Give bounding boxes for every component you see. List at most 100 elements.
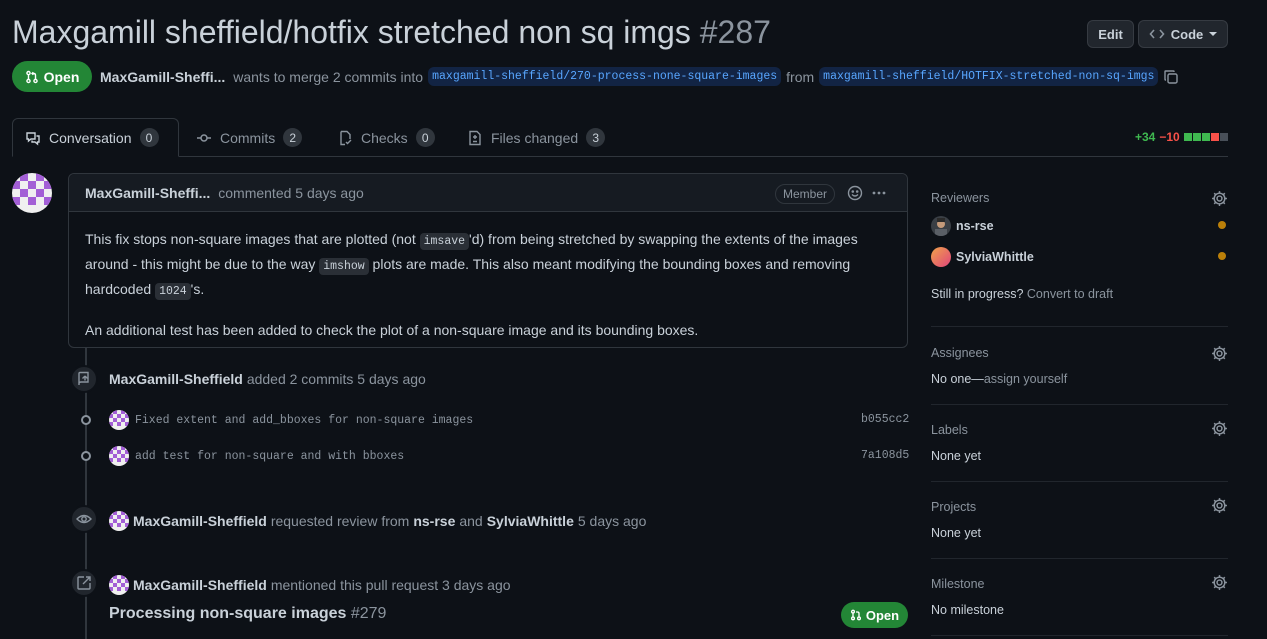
tab-commits[interactable]: Commits 2 [184,118,314,157]
commit-sha-link[interactable]: 7a108d5 [861,449,909,462]
comment-paragraph-2: An additional test has been added to che… [85,322,699,338]
pr-description-comment: MaxGamill-Sheffi... commented 5 days ago… [68,173,908,348]
reviewer-name[interactable]: ns-rse [956,219,994,233]
pr-author-link[interactable]: MaxGamill-Sheffi... [100,69,225,85]
repo-push-icon [78,371,89,385]
merge-text: wants to merge 2 commits into [233,68,424,85]
tab-conversation-count: 0 [139,128,159,147]
diffstat-additions: +34 [1135,130,1156,144]
referenced-pr-title-link[interactable]: Processing non-square images [109,605,346,622]
pr-meta-line: MaxGamill-Sheffi... wants to merge 2 com… [100,67,1179,86]
code-icon [1149,29,1165,39]
sidebar-divider [931,481,1228,482]
commit-row: Fixed extent and add_bboxes for non-squa… [109,410,473,430]
base-branch[interactable]: maxgamill-sheffield/270-process-none-squ… [428,67,782,86]
commit-row: add test for non-square and with bboxes [109,446,404,466]
cross-reference-icon [77,576,91,590]
event-text: added 2 commits 5 days ago [246,371,426,387]
assignees-gear-icon[interactable] [1211,345,1228,362]
projects-value: None yet [931,526,982,540]
avatar[interactable] [109,410,129,430]
tab-conversation-label: Conversation [49,129,132,146]
inline-code: imshow [319,258,369,275]
event-text: and [459,513,483,529]
edit-button[interactable]: Edit [1087,20,1134,48]
diffstat: +34 −10 [1135,130,1228,144]
tab-checks-label: Checks [361,129,408,146]
assign-yourself-link[interactable]: assign yourself [984,372,1067,386]
reviewers-gear-icon[interactable] [1211,190,1228,207]
tab-files-changed[interactable]: Files changed 3 [455,118,617,157]
review-request-badge [70,505,98,533]
commit-message-link[interactable]: add test for non-square and with bboxes [135,450,404,463]
repo-push-badge [70,365,98,393]
tab-commits-label: Commits [220,129,276,146]
diffstat-blocks [1183,133,1228,141]
reviewer-item[interactable]: ns-rse [931,216,994,236]
tab-files-changed-label: Files changed [491,129,579,146]
convert-to-draft-link[interactable]: Convert to draft [1027,287,1113,301]
event-user-link[interactable]: MaxGamill-Sheffield [109,371,243,387]
pull-request-icon [25,70,38,83]
tab-checks[interactable]: Checks 0 [325,118,447,157]
reviewer-link[interactable]: SylviaWhittle [487,513,574,529]
avatar [931,216,951,236]
pending-review-dot [1218,221,1226,229]
pr-title: Maxgamill sheffield/hotfix stretched non… [12,14,771,51]
event-user-link[interactable]: MaxGamill-Sheffield [133,577,267,593]
code-button[interactable]: Code [1138,20,1228,48]
commit-message-link[interactable]: Fixed extent and add_bboxes for non-squa… [135,414,473,427]
copy-icon[interactable] [1163,69,1179,85]
commit-dot [81,415,91,425]
reviewer-name[interactable]: SylviaWhittle [956,250,1034,264]
milestone-gear-icon[interactable] [1211,574,1228,591]
diffstat-deletions: −10 [1159,130,1180,144]
edit-button-label: Edit [1098,26,1123,42]
milestone-heading: Milestone [931,577,985,591]
avatar[interactable] [109,511,129,531]
referenced-pr-number: #279 [350,605,387,622]
projects-heading: Projects [931,500,977,514]
sidebar-divider [931,326,1228,327]
labels-heading: Labels [931,423,968,437]
kebab-horizontal-icon[interactable] [871,185,887,201]
cross-reference-badge [70,569,98,597]
comment-paragraph-1: This fix stops non-square images that ar… [85,231,858,300]
inline-code: imsave [419,233,470,250]
assignees-value: No one—assign yourself [931,372,1068,386]
from-text: from [786,68,815,85]
sidebar-divider [931,558,1228,559]
reviewer-link[interactable]: ns-rse [413,513,455,529]
review-request-event: MaxGamill-Sheffield requested review fro… [109,511,646,531]
sidebar-divider [931,404,1228,405]
event-user-link[interactable]: MaxGamill-Sheffield [133,513,267,529]
commit-dot [81,451,91,461]
referenced-pr: Processing non-square images #279 [109,605,386,623]
pr-state-label: Open [43,68,80,85]
caret-down-icon [1209,32,1218,36]
code-button-label: Code [1170,26,1204,42]
avatar[interactable] [109,575,129,595]
checklist-icon [340,130,352,145]
pr-state-badge: Open [12,61,92,92]
comment-timestamp[interactable]: commented 5 days ago [218,185,364,201]
reviewer-item[interactable]: SylviaWhittle [931,247,1034,267]
labels-gear-icon[interactable] [1211,420,1228,437]
event-text: requested review from [270,513,410,529]
projects-gear-icon[interactable] [1211,497,1228,514]
commit-sha-link[interactable]: b055cc2 [861,413,909,426]
avatar[interactable] [12,173,52,213]
head-branch[interactable]: maxgamill-sheffield/HOTFIX-stretched-non… [819,67,1159,86]
comment-discussion-icon [26,131,40,145]
member-badge: Member [774,184,835,204]
tab-checks-count: 0 [415,128,435,147]
smiley-icon[interactable] [847,185,863,201]
event-text: mentioned this pull request 3 days ago [270,577,511,593]
avatar[interactable] [109,446,129,466]
referenced-pr-state-label: Open [865,607,900,623]
pr-title-text: Maxgamill sheffield/hotfix stretched non… [12,14,691,50]
event-timestamp[interactable]: 5 days ago [578,513,647,529]
comment-author[interactable]: MaxGamill-Sheffi... [85,185,210,201]
tab-conversation[interactable]: Conversation 0 [12,118,179,157]
referenced-pr-state-badge: Open [841,602,908,628]
